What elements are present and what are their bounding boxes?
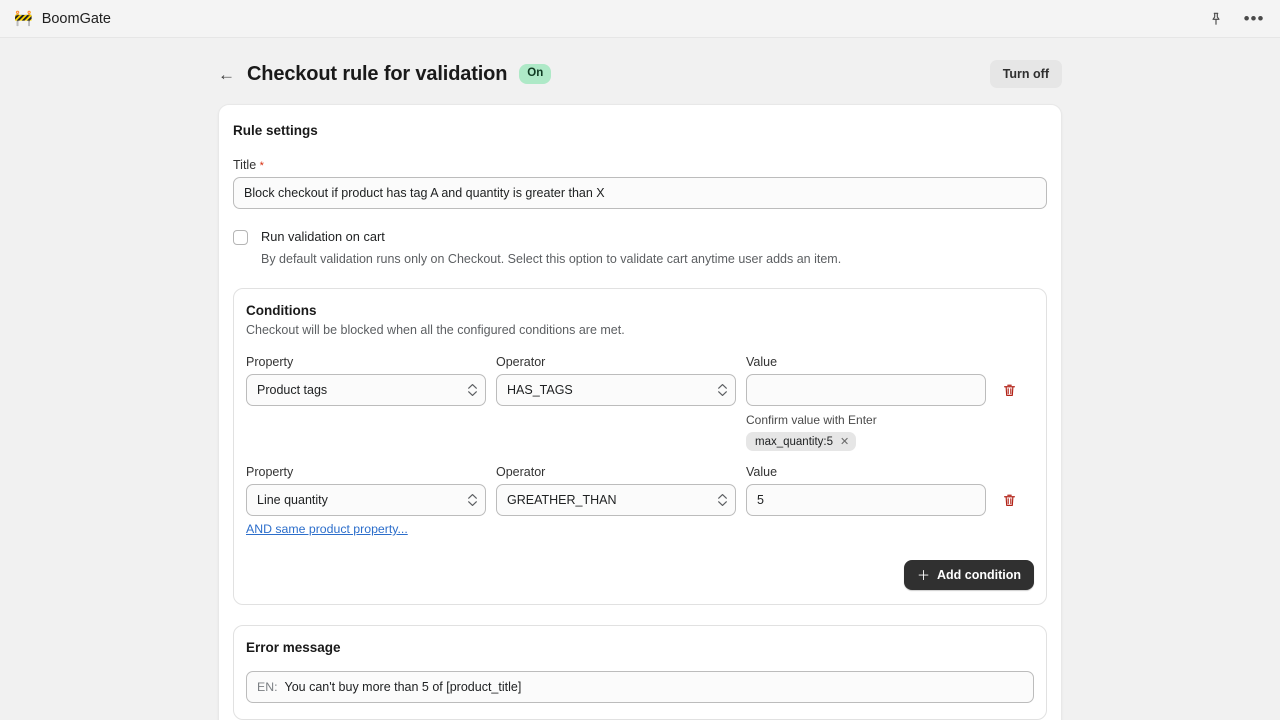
title-label: Title * <box>233 158 1047 172</box>
title-field-group: Title * <box>233 158 1047 209</box>
run-validation-label[interactable]: Run validation on cart <box>261 229 841 244</box>
topbar-actions: ••• <box>1204 7 1266 31</box>
construction-barrier-icon: 🚧 <box>14 10 33 27</box>
conditions-card: Conditions Checkout will be blocked when… <box>233 288 1047 605</box>
title-input[interactable] <box>233 177 1047 209</box>
trash-icon <box>1003 384 1015 396</box>
delete-condition-button[interactable] <box>996 377 1022 403</box>
page-container: ← Checkout rule for validation On Turn o… <box>0 38 1280 720</box>
page-title: Checkout rule for validation <box>247 62 508 85</box>
brand-name: BoomGate <box>41 10 112 27</box>
add-condition-button[interactable]: ＋ Add condition <box>903 560 1034 590</box>
pin-icon[interactable] <box>1204 7 1228 31</box>
add-condition-wrap: ＋ Add condition <box>246 560 1034 590</box>
run-validation-checkbox[interactable] <box>233 230 248 245</box>
error-message-input[interactable]: EN: You can't buy more than 5 of [produc… <box>246 671 1034 703</box>
operator-select-wrap: GREATHER_THAN <box>496 484 736 516</box>
trash-icon <box>1003 494 1015 506</box>
operator-select[interactable]: HAS_TAGS <box>496 374 736 406</box>
condition-operator-cell: Operator GREATHER_THAN <box>496 465 736 516</box>
delete-condition-button[interactable] <box>996 487 1022 513</box>
run-validation-on-cart-row: Run validation on cart By default valida… <box>233 229 1047 266</box>
condition-rows: Property Product tags Operator HAS_TAGS … <box>246 355 1034 538</box>
brand[interactable]: 🚧 BoomGate <box>14 11 111 27</box>
run-validation-texts: Run validation on cart By default valida… <box>261 229 841 266</box>
condition-row: Property Product tags Operator HAS_TAGS … <box>246 355 1034 451</box>
property-label: Property <box>246 465 294 479</box>
page-header: ← Checkout rule for validation On Turn o… <box>218 38 1062 104</box>
operator-select[interactable]: GREATHER_THAN <box>496 484 736 516</box>
plus-icon: ＋ <box>916 567 930 583</box>
error-message-title: Error message <box>246 640 341 655</box>
property-select-wrap: Line quantity <box>246 484 486 516</box>
rule-settings-card: Rule settings Title * Run validation on … <box>218 104 1062 720</box>
condition-operator-cell: Operator HAS_TAGS <box>496 355 736 406</box>
property-select-wrap: Product tags <box>246 374 486 406</box>
run-validation-help: By default validation runs only on Check… <box>261 252 842 266</box>
value-label: Value <box>746 465 778 479</box>
value-hint: Confirm value with Enter <box>746 413 877 427</box>
error-message-value: You can't buy more than 5 of [product_ti… <box>284 680 522 694</box>
status-badge: On <box>519 64 552 84</box>
condition-property-cell: Property Line quantity AND same product … <box>246 465 486 538</box>
value-label: Value <box>746 355 778 369</box>
property-label: Property <box>246 355 294 369</box>
condition-row: Property Line quantity AND same product … <box>246 465 1034 538</box>
rule-settings-title: Rule settings <box>233 123 318 138</box>
value-chips: max_quantity:5 ✕ <box>746 432 986 451</box>
value-input[interactable] <box>746 484 986 516</box>
condition-value-cell: Value Confirm value with Enter max_quant… <box>746 355 986 451</box>
property-select[interactable]: Line quantity <box>246 484 486 516</box>
error-message-card: Error message EN: You can't buy more tha… <box>233 625 1047 720</box>
title-label-text: Title <box>233 158 257 172</box>
ellipsis-glyph: ••• <box>1243 8 1265 28</box>
language-prefix: EN: <box>257 680 278 694</box>
operator-label: Operator <box>496 355 546 369</box>
condition-property-cell: Property Product tags <box>246 355 486 406</box>
top-app-bar: 🚧 BoomGate ••• <box>0 0 1280 38</box>
and-same-product-property-link[interactable]: AND same product property... <box>246 522 408 536</box>
property-select[interactable]: Product tags <box>246 374 486 406</box>
conditions-title: Conditions <box>246 303 317 318</box>
ellipsis-icon[interactable]: ••• <box>1242 7 1266 31</box>
value-chip[interactable]: max_quantity:5 ✕ <box>746 432 857 451</box>
condition-value-cell: Value <box>746 465 986 516</box>
value-chip-label: max_quantity:5 <box>755 435 833 448</box>
back-arrow-icon[interactable]: ← <box>218 66 235 83</box>
conditions-description: Checkout will be blocked when all the co… <box>246 323 625 337</box>
operator-select-wrap: HAS_TAGS <box>496 374 736 406</box>
required-asterisk: * <box>259 160 264 172</box>
operator-label: Operator <box>496 465 546 479</box>
turn-off-button[interactable]: Turn off <box>989 60 1062 88</box>
add-condition-label: Add condition <box>936 568 1021 582</box>
close-icon[interactable]: ✕ <box>840 435 849 448</box>
value-input[interactable] <box>746 374 986 406</box>
